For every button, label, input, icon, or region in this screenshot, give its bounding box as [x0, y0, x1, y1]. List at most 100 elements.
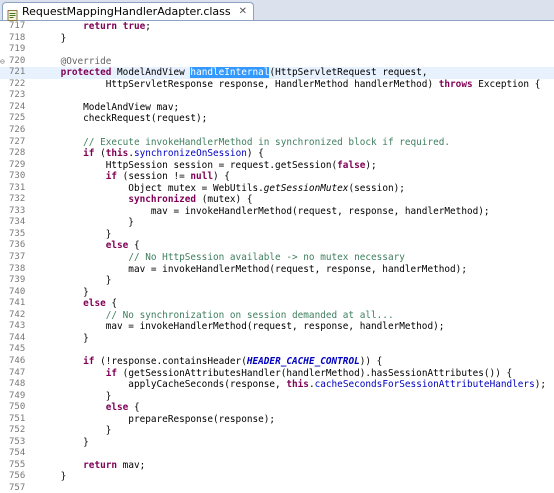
code-line[interactable]: 755 return mav;: [0, 460, 554, 472]
line-number: 744: [9, 332, 26, 343]
code-token: false: [337, 159, 366, 171]
line-number: 747: [9, 367, 26, 378]
code-text: // Execute invokeHandlerMethod in synchr…: [38, 137, 450, 149]
line-number: 718: [9, 32, 26, 43]
line-number: 722: [9, 78, 26, 89]
code-token: Exception {: [472, 78, 541, 90]
line-number: 731: [9, 182, 26, 193]
code-line[interactable]: 754: [0, 448, 554, 460]
code-line[interactable]: 752 }: [0, 425, 554, 437]
code-token: applyCacheSeconds(response,: [38, 379, 287, 391]
code-line[interactable]: 733 mav = invokeHandlerMethod(request, r…: [0, 206, 554, 218]
code-text: @Override: [38, 56, 112, 68]
code-text: Object mutex = WebUtils.getSessionMutex(…: [38, 183, 405, 195]
line-number: 740: [9, 286, 26, 297]
line-number: 748: [9, 379, 26, 390]
code-token: mav = invokeHandlerMethod(request, respo…: [38, 263, 467, 275]
code-line[interactable]: 738 mav = invokeHandlerMethod(request, r…: [0, 264, 554, 276]
code-line[interactable]: 744 }: [0, 333, 554, 345]
code-line[interactable]: 730 if (session != null) {: [0, 171, 554, 183]
code-line[interactable]: 741 else {: [0, 298, 554, 310]
code-line[interactable]: 728 if (this.synchronizeOnSession) {: [0, 148, 554, 160]
code-line[interactable]: 750 else {: [0, 402, 554, 414]
line-number: 738: [9, 263, 26, 274]
code-line[interactable]: 717 return true;: [0, 21, 554, 33]
code-line[interactable]: 739 }: [0, 275, 554, 287]
line-number: 741: [9, 298, 26, 309]
code-line[interactable]: 736 else {: [0, 240, 554, 252]
code-text: protected ModelAndView handleInternal(Ht…: [38, 67, 428, 79]
code-token: {: [128, 402, 140, 414]
code-token: )) {: [359, 355, 383, 367]
code-token: if: [83, 148, 95, 160]
code-token: return: [83, 21, 118, 32]
code-line[interactable]: 726: [0, 125, 554, 137]
code-line[interactable]: 751 prepareResponse(response);: [0, 414, 554, 426]
selected-identifier: handleInternal: [190, 67, 270, 79]
code-token: {: [105, 298, 118, 310]
line-number: 725: [9, 113, 26, 124]
code-line[interactable]: 723: [0, 90, 554, 102]
code-editor[interactable]: 717 return true; 718 } 719 ⊖ 720 @Override 72…: [0, 21, 554, 493]
fold-collapse-icon[interactable]: ⊖: [0, 56, 5, 68]
code-line[interactable]: 753 }: [0, 437, 554, 449]
code-line[interactable]: 721 protected ModelAndView handleInterna…: [0, 67, 554, 80]
code-line[interactable]: 729 HttpSession session = request.getSes…: [0, 160, 554, 172]
code-text: // No HttpSession available -> no mutex …: [38, 252, 405, 264]
code-token: // No synchronization on session demande…: [105, 309, 394, 321]
code-line[interactable]: 746 if (!response.containsHeader(HEADER_…: [0, 356, 554, 368]
line-number: 723: [9, 90, 26, 101]
code-line[interactable]: 722 HttpServletResponse response, Handle…: [0, 79, 554, 91]
code-line[interactable]: 757: [0, 483, 554, 493]
code-token: }: [38, 425, 112, 437]
code-line[interactable]: 742 // No synchronization on session dem…: [0, 310, 554, 322]
code-text: }: [38, 287, 89, 299]
code-token: (HttpServletRequest request,: [269, 67, 428, 79]
code-line[interactable]: 743 mav = invokeHandlerMethod(request, r…: [0, 321, 554, 333]
code-token: }: [38, 390, 112, 402]
class-file-icon: [7, 6, 18, 21]
code-text: }: [38, 275, 112, 287]
code-line[interactable]: 745: [0, 344, 554, 356]
code-token: );: [534, 379, 547, 391]
code-line[interactable]: 748 applyCacheSeconds(response, this.cac…: [0, 379, 554, 391]
code-text: mav = invokeHandlerMethod(request, respo…: [38, 321, 445, 333]
line-number: 756: [9, 471, 26, 482]
line-number: 757: [9, 483, 26, 493]
line-number: 719: [9, 44, 26, 55]
code-line[interactable]: 725 checkRequest(request);: [0, 113, 554, 125]
code-line[interactable]: 734 }: [0, 217, 554, 229]
code-token: cacheSecondsForSessionAttributeHandlers: [314, 379, 535, 391]
code-line[interactable]: 719: [0, 44, 554, 56]
code-line[interactable]: 737 // No HttpSession available -> no mu…: [0, 252, 554, 264]
code-line[interactable]: 724 ModelAndView mav;: [0, 102, 554, 114]
code-line[interactable]: 749 }: [0, 391, 554, 403]
code-text: mav = invokeHandlerMethod(request, respo…: [38, 206, 490, 218]
code-line[interactable]: 732 synchronized (mutex) {: [0, 194, 554, 206]
code-token: HEADER_CACHE_CONTROL: [246, 355, 360, 367]
close-icon[interactable]: ✕: [239, 6, 247, 17]
code-token: (session !=: [117, 171, 191, 183]
tab-requestmappinghandleradapter[interactable]: RequestMappingHandlerAdapter.class ✕: [2, 2, 255, 21]
code-line[interactable]: 718 }: [0, 33, 554, 45]
line-number: 724: [9, 101, 26, 112]
code-line[interactable]: 727 // Execute invokeHandlerMethod in sy…: [0, 137, 554, 149]
code-line[interactable]: 747 if (getSessionAttributesHandler(hand…: [0, 368, 554, 380]
line-number: 755: [9, 459, 26, 470]
code-text: }: [38, 33, 67, 45]
code-text: return mav;: [38, 460, 145, 472]
code-token: ) {: [246, 148, 264, 160]
code-token: mav;: [117, 459, 146, 471]
code-line[interactable]: 731 Object mutex = WebUtils.getSessionMu…: [0, 183, 554, 195]
code-line[interactable]: 735 }: [0, 229, 554, 241]
code-text: }: [38, 390, 112, 403]
code-line[interactable]: ⊖ 720 @Override: [0, 56, 554, 68]
code-token: ;: [145, 21, 151, 32]
line-number: 746: [9, 355, 26, 366]
code-line[interactable]: 756 }: [0, 471, 554, 483]
code-line[interactable]: 740 }: [0, 287, 554, 299]
